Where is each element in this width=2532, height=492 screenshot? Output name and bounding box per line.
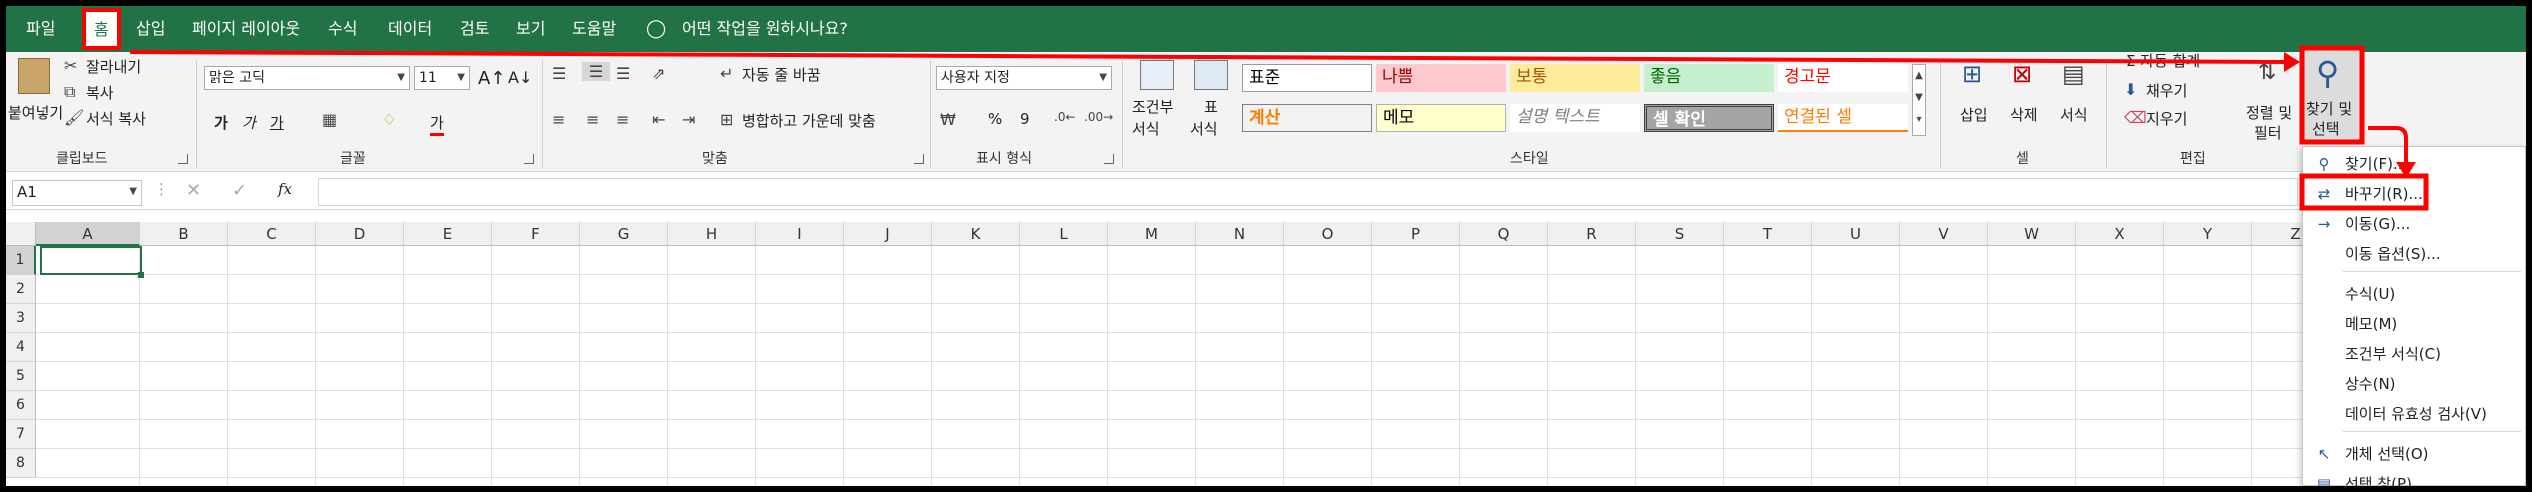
excel-window: 파일 홈 삽입 페이지 레이아웃 수식 데이터 검토 보기 도움말 ◯ 어떤 작… xyxy=(6,6,2526,486)
annotation-overlay xyxy=(129,45,2429,211)
replace-highlight xyxy=(2299,173,2429,211)
annotation-arrow-line xyxy=(129,50,2289,64)
annotation-arrow-head xyxy=(2284,52,2300,72)
annotation-arrow-curve xyxy=(2368,126,2408,166)
find-select-highlight xyxy=(2299,45,2365,145)
